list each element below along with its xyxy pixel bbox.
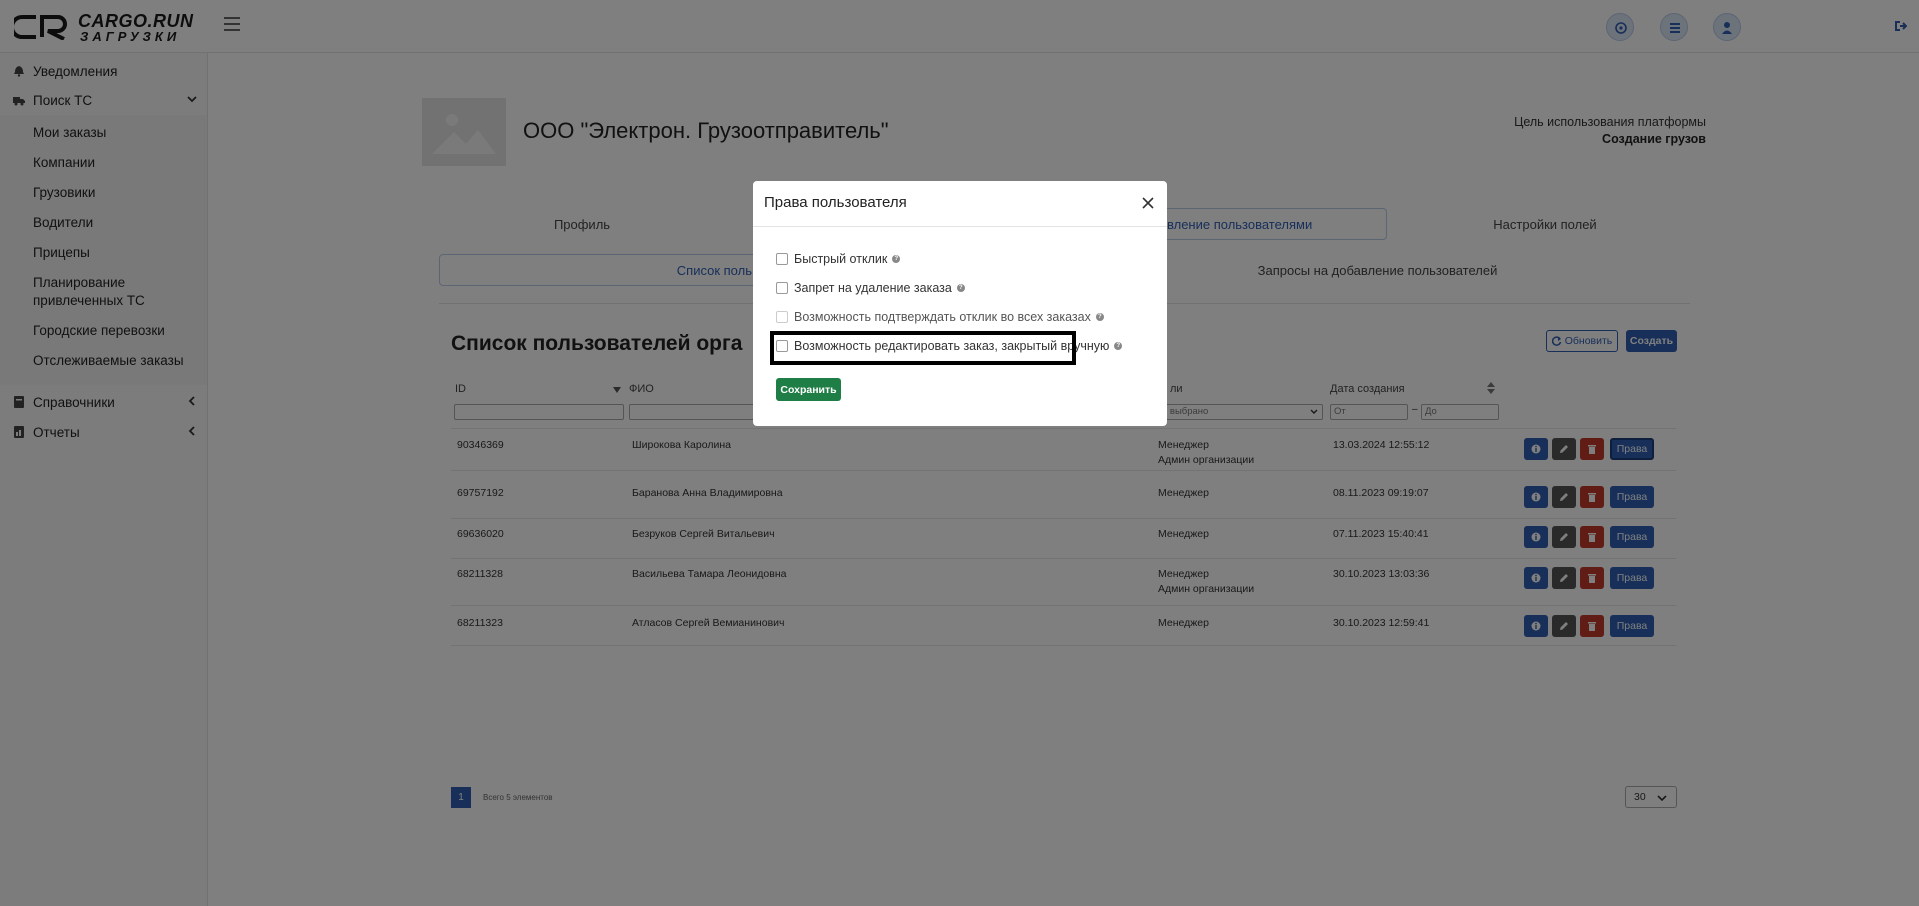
quick-response-checkbox[interactable] xyxy=(776,253,788,265)
modal-title: Права пользователя xyxy=(764,194,907,211)
close-icon[interactable] xyxy=(1141,196,1155,210)
option-label: Возможность подтверждать отклик во всех … xyxy=(794,310,1091,324)
help-icon[interactable]: ? xyxy=(1114,342,1123,350)
help-icon[interactable]: ? xyxy=(1095,313,1104,321)
option-label: Быстрый отклик xyxy=(794,252,888,266)
option-label: Запрет на удаление заказа xyxy=(794,281,952,295)
modal-divider xyxy=(753,226,1167,227)
confirm-all-checkbox[interactable] xyxy=(776,311,788,323)
user-rights-modal: Права пользователя Быстрый отклик ? Запр… xyxy=(753,181,1167,426)
help-icon[interactable]: ? xyxy=(892,255,901,263)
option-confirm-all[interactable]: Возможность подтверждать отклик во всех … xyxy=(776,310,1104,324)
option-quick-response[interactable]: Быстрый отклик ? xyxy=(776,252,901,266)
help-icon[interactable]: ? xyxy=(956,284,965,292)
option-delete-ban[interactable]: Запрет на удаление заказа ? xyxy=(776,281,965,295)
modal-backdrop[interactable] xyxy=(0,0,1919,906)
delete-ban-checkbox[interactable] xyxy=(776,282,788,294)
highlight-frame xyxy=(770,331,1076,365)
save-button[interactable]: Сохранить xyxy=(776,378,841,401)
